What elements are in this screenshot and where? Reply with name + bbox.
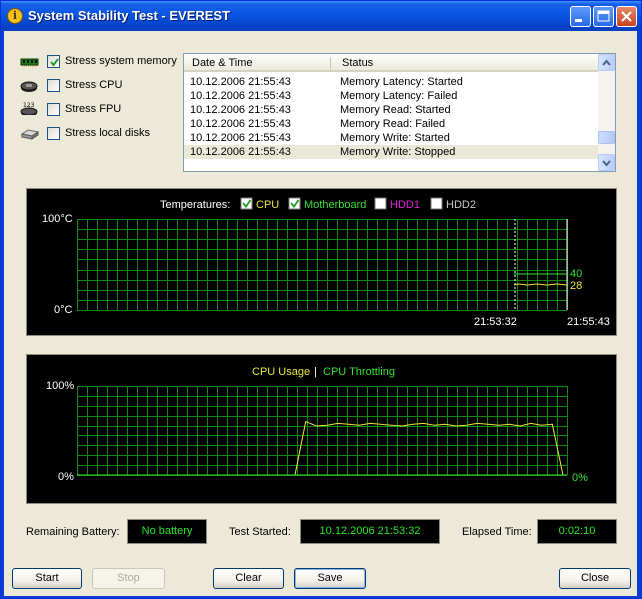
elapsed-time-value: 0:02:10 xyxy=(537,519,617,544)
remaining-battery-value: No battery xyxy=(127,519,207,544)
stress-memory-label: Stress system memory xyxy=(65,55,177,67)
maximize-button[interactable] xyxy=(593,6,614,27)
cpu-throttling-title: CPU Throttling xyxy=(323,366,395,378)
close-icon xyxy=(621,11,632,22)
title-bar[interactable]: i System Stability Test - EVEREST xyxy=(1,1,641,31)
log-time: 10.12.2006 21:55:43 xyxy=(190,118,291,130)
info-icon: i xyxy=(7,8,23,24)
temperature-legend-title: Temperatures: xyxy=(160,199,230,211)
elapsed-time-label: Elapsed Time: xyxy=(462,526,532,538)
log-row[interactable]: 10.12.2006 21:55:43 Memory Write: Starte… xyxy=(184,131,598,145)
stress-cpu-label: Stress CPU xyxy=(65,79,123,91)
temp-y-max-label: 100°C xyxy=(42,213,73,225)
column-date-time[interactable]: Date & Time xyxy=(192,57,253,69)
log-time: 10.12.2006 21:55:43 xyxy=(190,146,291,158)
start-button[interactable]: Start xyxy=(12,568,82,589)
hdd1-sensor-label: HDD1 xyxy=(390,199,420,211)
temperature-chart: Temperatures: CPU Motherboard HDD1 HDD2 … xyxy=(42,197,610,328)
log-row[interactable]: 10.12.2006 21:55:43 Memory Read: Started xyxy=(184,103,598,117)
log-status: Memory Latency: Started xyxy=(340,76,463,88)
test-started-label: Test Started: xyxy=(229,526,291,538)
stop-button[interactable]: Stop xyxy=(92,568,165,589)
test-started-value: 10.12.2006 21:53:32 xyxy=(300,519,440,544)
cpu-temp-value: 28 xyxy=(570,280,582,292)
clear-button[interactable]: Clear xyxy=(213,568,284,589)
close-button[interactable]: Close xyxy=(559,568,631,589)
minimize-button[interactable] xyxy=(570,6,591,27)
log-row-selected[interactable]: 10.12.2006 21:55:43 Memory Write: Stoppe… xyxy=(184,145,598,159)
motherboard-sensor-label: Motherboard xyxy=(304,199,366,211)
scroll-down-button[interactable] xyxy=(598,154,615,171)
temp-x-label-end: 21:55:43 xyxy=(567,316,610,328)
log-time: 10.12.2006 21:55:43 xyxy=(190,104,291,116)
hdd2-sensor-label: HDD2 xyxy=(446,199,476,211)
maximize-icon xyxy=(597,10,610,22)
option-stress-cpu[interactable]: Stress CPU xyxy=(20,77,140,95)
column-status[interactable]: Status xyxy=(342,57,373,69)
log-row[interactable]: 10.12.2006 21:55:43 Memory Latency: Star… xyxy=(184,75,598,89)
stress-cpu-checkbox[interactable] xyxy=(47,79,60,92)
disk-icon xyxy=(20,129,40,140)
stress-disks-checkbox[interactable] xyxy=(47,127,60,140)
cpu-usage-line xyxy=(294,420,564,476)
stress-fpu-label: Stress FPU xyxy=(65,103,122,115)
cpu-sensor-label: CPU xyxy=(256,199,279,211)
cpu-title-separator: | xyxy=(314,366,317,378)
cpu-grid xyxy=(77,386,568,476)
client-area: Stress system memory Stress CPU 123 Stre… xyxy=(4,31,637,596)
cpu-throttling-value: 0% xyxy=(572,472,588,484)
minimize-icon xyxy=(575,19,582,22)
temperature-grid xyxy=(77,219,568,311)
remaining-battery-label: Remaining Battery: xyxy=(26,526,120,538)
log-time: 10.12.2006 21:55:43 xyxy=(190,76,291,88)
cpu-usage-title: CPU Usage xyxy=(252,366,310,378)
log-status: Memory Read: Started xyxy=(340,104,451,116)
status-log-list[interactable]: Date & Time Status 10.12.2006 21:55:43 M… xyxy=(183,53,616,172)
cpu-y-min-label: 0% xyxy=(58,471,74,483)
stress-disks-label: Stress local disks xyxy=(65,127,150,139)
log-status: Memory Write: Started xyxy=(340,132,450,144)
stress-memory-checkbox[interactable] xyxy=(47,55,60,68)
temp-x-label-start: 21:53:32 xyxy=(474,316,517,328)
save-button[interactable]: Save xyxy=(294,568,366,589)
scroll-thumb[interactable] xyxy=(598,131,615,144)
temperature-chart-panel: Temperatures: CPU Motherboard HDD1 HDD2 … xyxy=(26,188,617,336)
option-stress-fpu[interactable]: 123 Stress FPU xyxy=(20,101,140,119)
log-time: 10.12.2006 21:55:43 xyxy=(190,132,291,144)
log-row[interactable]: 10.12.2006 21:55:43 Memory Read: Failed xyxy=(184,117,598,131)
memory-icon xyxy=(20,58,39,67)
motherboard-temp-value: 40 xyxy=(570,268,582,280)
cpu-usage-chart-panel: CPU Usage | CPU Throttling 100% 0% 0% xyxy=(26,354,617,504)
chevron-up-icon xyxy=(602,59,611,66)
log-row[interactable]: 10.12.2006 21:55:43 Memory Latency: Fail… xyxy=(184,89,598,103)
temp-y-min-label: 0°C xyxy=(54,304,73,316)
log-scrollbar[interactable] xyxy=(598,54,615,171)
cpu-usage-chart: CPU Usage | CPU Throttling 100% 0% 0% xyxy=(46,366,588,484)
stress-fpu-checkbox[interactable] xyxy=(47,103,60,116)
log-status: Memory Latency: Failed xyxy=(340,90,458,102)
log-status: Memory Write: Stopped xyxy=(340,146,456,158)
close-window-button[interactable] xyxy=(616,6,637,27)
cpu-y-max-label: 100% xyxy=(46,380,74,392)
option-stress-disks[interactable]: Stress local disks xyxy=(20,125,160,143)
chevron-down-icon xyxy=(602,160,611,167)
cpu-temp-line xyxy=(513,283,568,286)
hdd2-sensor-checkbox[interactable] xyxy=(430,197,443,210)
hdd1-sensor-checkbox[interactable] xyxy=(374,197,387,210)
log-header: Date & Time Status xyxy=(184,54,598,72)
fpu-icon: 123 xyxy=(20,102,38,115)
scroll-up-button[interactable] xyxy=(598,54,615,71)
log-status: Memory Read: Failed xyxy=(340,118,446,130)
window-title: System Stability Test - EVEREST xyxy=(28,8,231,23)
log-time: 10.12.2006 21:55:43 xyxy=(190,90,291,102)
option-stress-memory[interactable]: Stress system memory xyxy=(20,53,180,71)
main-window: i System Stability Test - EVEREST Stress… xyxy=(0,0,642,599)
cpu-icon xyxy=(20,81,38,92)
checkmark-icon xyxy=(50,58,59,67)
